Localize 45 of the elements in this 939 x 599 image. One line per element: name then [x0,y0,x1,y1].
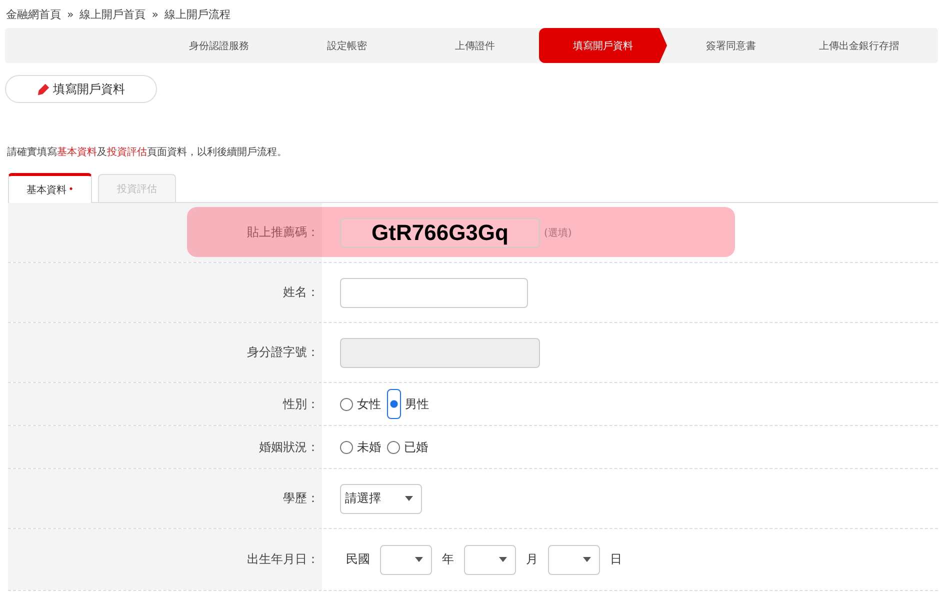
step-tab[interactable]: 身份認證服務 [155,28,283,63]
caret-icon [499,557,507,562]
input-field[interactable] [340,278,528,308]
radio-label: 未婚 [357,438,381,456]
caret-icon [415,557,423,562]
caret-icon [405,496,413,501]
unit-label: 月 [526,551,538,568]
field-label: 學歷： [283,490,319,507]
radio-button[interactable] [340,398,353,410]
radio-label: 男性 [405,396,429,412]
section-button[interactable]: 填寫開戶資料 [5,75,157,103]
dropdown[interactable] [380,544,432,574]
pencil-icon [37,82,50,96]
radio-label: 女性 [357,396,381,412]
field-label: 出生年月日： [247,551,319,568]
field-label: 婚姻狀況： [259,438,319,456]
dropdown[interactable] [464,544,516,574]
step-tab[interactable]: 填寫開戶資料 [539,28,667,63]
breadcrumb-link[interactable]: 線上開戶流程 [164,6,230,22]
breadcrumb-separator: » [67,8,74,20]
radio-label: 已婚 [404,438,428,456]
unit-label: 日 [610,551,622,568]
breadcrumb-link[interactable]: 線上開戶首頁 [80,6,146,22]
instruction-text: 請確實填寫基本資料及投資評估頁面資料，以利後續開戶流程。 [7,146,288,159]
optional-hint: (選填) [544,226,572,240]
step-tab[interactable]: 設定帳密 [283,28,411,63]
step-tab[interactable]: 上傳出金銀行存摺 [795,28,923,63]
radio-button[interactable] [340,440,353,454]
dropdown[interactable]: 請選擇 [340,484,422,514]
field-label: 身分證字號： [247,344,319,361]
era-label: 民國 [346,551,370,568]
caret-icon [583,557,591,562]
step-tab[interactable]: 上傳證件 [411,28,539,63]
step-tab[interactable]: 簽署同意書 [667,28,795,63]
form-tab[interactable]: 基本資料 • [8,173,92,203]
dropdown[interactable] [548,544,600,574]
breadcrumb-link[interactable]: 金融網首頁 [6,6,61,22]
field-label: 姓名： [283,284,319,301]
field-label: 性別： [283,396,319,412]
radio-button[interactable] [387,440,400,454]
unit-label: 年 [442,551,454,568]
field-label: 貼上推薦碼： [247,224,319,241]
input-field[interactable]: GtR766G3Gq [340,218,540,248]
breadcrumb-separator: » [152,8,158,20]
radio-button[interactable] [387,389,401,419]
